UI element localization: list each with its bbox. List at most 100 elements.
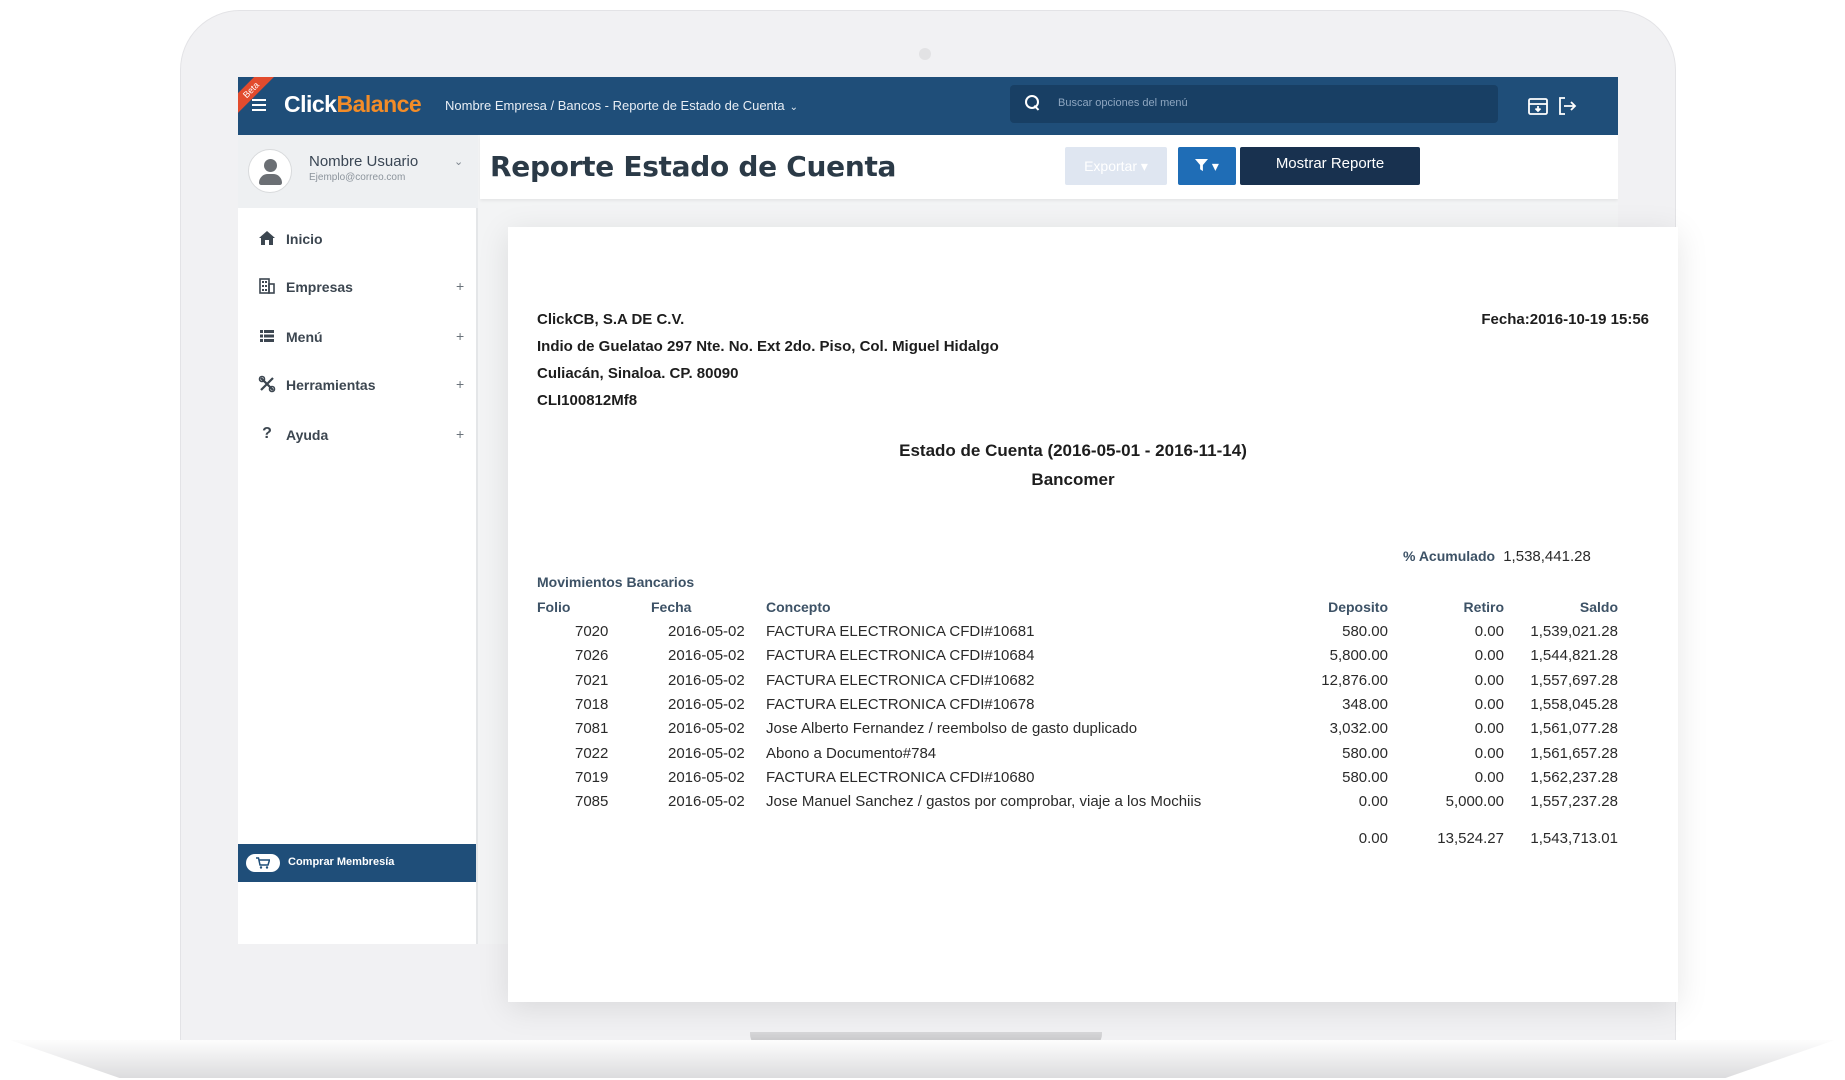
breadcrumb-text: Nombre Empresa / Bancos - Reporte de Est… — [445, 98, 785, 113]
cell-deposito: 580.00 — [1342, 769, 1388, 786]
filter-dropdown-label: ▾ — [1211, 158, 1219, 174]
buy-membership-button[interactable]: Comprar Membresía — [238, 844, 476, 882]
hamburger-menu-icon[interactable] — [252, 99, 266, 111]
cell-deposito: 580.00 — [1342, 623, 1388, 640]
cell-deposito: 12,876.00 — [1321, 672, 1388, 689]
cell-retiro: 0.00 — [1474, 745, 1504, 762]
cell-concepto: Jose Manuel Sanchez / gastos por comprob… — [766, 793, 1202, 810]
sidebar-item-label: Empresas — [286, 279, 353, 295]
sidebar-item-ayuda[interactable]: ? Ayuda + — [238, 415, 478, 455]
company-name: ClickCB, S.A DE C.V. — [537, 311, 685, 328]
chevron-down-icon[interactable]: ⌄ — [454, 155, 463, 168]
cell-saldo: 1,539,021.28 — [1530, 623, 1618, 640]
total-saldo: 1,543,713.01 — [1530, 830, 1618, 847]
total-deposito: 0.00 — [1358, 830, 1388, 847]
home-icon — [258, 229, 276, 247]
cell-saldo: 1,558,045.28 — [1530, 696, 1618, 713]
top-bar: Beta ClickBalance Nombre Empresa / Banco… — [238, 77, 1618, 135]
col-saldo: Saldo — [1579, 599, 1618, 615]
user-email: Ejemplo@correo.com — [309, 172, 406, 183]
cell-fecha: 2016-05-02 — [668, 696, 745, 713]
cell-folio: 7021 — [575, 672, 609, 689]
sidebar-item-label: Inicio — [286, 231, 323, 247]
report-bank: Bancomer — [1031, 470, 1115, 489]
cell-deposito: 0.00 — [1358, 793, 1388, 810]
page-header: Reporte Estado de Cuenta Exportar ▾ ▾ Mo… — [480, 135, 1618, 199]
cell-fecha: 2016-05-02 — [668, 647, 745, 664]
acumulado-value: 1,538,441.28 — [1503, 548, 1591, 565]
cell-folio: 7019 — [575, 769, 609, 786]
col-concepto: Concepto — [766, 599, 831, 615]
search-input[interactable]: Buscar opciones del menú — [1058, 97, 1188, 109]
cell-deposito: 5,800.00 — [1329, 647, 1388, 664]
avatar — [248, 149, 292, 193]
tools-icon — [258, 375, 276, 393]
total-retiro: 13,524.27 — [1437, 830, 1504, 847]
col-fecha: Fecha — [651, 599, 692, 615]
cell-concepto: FACTURA ELECTRONICA CFDI#10682 — [766, 672, 1035, 689]
cell-retiro: 0.00 — [1474, 672, 1504, 689]
archive-box-icon[interactable] — [1527, 95, 1549, 117]
app-logo[interactable]: ClickBalance — [284, 91, 422, 118]
expand-plus-icon[interactable]: + — [456, 328, 464, 344]
show-report-button[interactable]: Mostrar Reporte — [1240, 147, 1420, 185]
col-retiro: Retiro — [1463, 599, 1504, 615]
cell-concepto: Jose Alberto Fernandez / reembolso de ga… — [766, 720, 1138, 737]
laptop-camera — [919, 48, 931, 60]
cell-folio: 7081 — [575, 720, 609, 737]
cell-folio: 7085 — [575, 793, 609, 810]
cell-retiro: 0.00 — [1474, 720, 1504, 737]
report-title: Estado de Cuenta (2016-05-01 - 2016-11-1… — [899, 441, 1247, 460]
sidebar-item-inicio[interactable]: Inicio — [238, 219, 478, 259]
cell-saldo: 1,557,237.28 — [1530, 793, 1618, 810]
cell-concepto: Abono a Documento#784 — [766, 745, 937, 762]
cell-fecha: 2016-05-02 — [668, 745, 745, 762]
acumulado-label: % Acumulado — [1403, 548, 1496, 564]
cell-folio: 7018 — [575, 696, 609, 713]
expand-plus-icon[interactable]: + — [456, 278, 464, 294]
filter-icon — [1195, 159, 1209, 172]
cell-fecha: 2016-05-02 — [668, 769, 745, 786]
cell-concepto: FACTURA ELECTRONICA CFDI#10681 — [766, 623, 1035, 640]
page-title: Reporte Estado de Cuenta — [490, 150, 897, 183]
export-button[interactable]: Exportar ▾ — [1065, 147, 1167, 185]
sidebar-item-menu[interactable]: Menú + — [238, 317, 478, 357]
buy-membership-label: Comprar Membresía — [288, 856, 395, 868]
logo-click-text: Click — [284, 91, 337, 117]
col-deposito: Deposito — [1328, 599, 1388, 615]
help-icon: ? — [262, 425, 272, 442]
cell-concepto: FACTURA ELECTRONICA CFDI#10680 — [766, 769, 1035, 786]
cell-retiro: 5,000.00 — [1445, 793, 1504, 810]
laptop-base — [10, 1040, 1835, 1078]
search-icon — [1025, 95, 1041, 111]
col-folio: Folio — [537, 599, 571, 615]
beta-ribbon: Beta — [238, 77, 278, 117]
cell-retiro: 0.00 — [1474, 696, 1504, 713]
expand-plus-icon[interactable]: + — [456, 426, 464, 442]
cell-folio: 7026 — [575, 647, 609, 664]
sidebar: Nombre Usuario Ejemplo@correo.com ⌄ Inic… — [238, 135, 478, 944]
cell-fecha: 2016-05-02 — [668, 720, 745, 737]
menu-search[interactable]: Buscar opciones del menú — [1010, 85, 1498, 123]
sidebar-item-label: Herramientas — [286, 377, 376, 393]
laptop-mockup: Beta ClickBalance Nombre Empresa / Banco… — [0, 0, 1845, 1080]
chevron-down-icon: ⌄ — [789, 102, 799, 113]
section-title: Movimientos Bancarios — [537, 574, 695, 590]
logo-balance-text: Balance — [336, 91, 422, 117]
cell-saldo: 1,544,821.28 — [1530, 647, 1618, 664]
sidebar-item-herramientas[interactable]: Herramientas + — [238, 365, 478, 405]
building-icon — [258, 277, 276, 295]
expand-plus-icon[interactable]: + — [456, 376, 464, 392]
company-address-1: Indio de Guelatao 297 Nte. No. Ext 2do. … — [537, 338, 999, 355]
breadcrumb[interactable]: Nombre Empresa / Bancos - Reporte de Est… — [445, 98, 798, 113]
cart-icon — [246, 854, 280, 872]
cell-fecha: 2016-05-02 — [668, 672, 745, 689]
user-panel[interactable]: Nombre Usuario Ejemplo@correo.com ⌄ — [238, 135, 478, 208]
logout-icon[interactable] — [1556, 95, 1578, 117]
sidebar-item-label: Ayuda — [286, 427, 329, 443]
cell-fecha: 2016-05-02 — [668, 793, 745, 810]
filter-button[interactable]: ▾ — [1178, 147, 1236, 185]
cell-deposito: 580.00 — [1342, 745, 1388, 762]
sidebar-item-empresas[interactable]: Empresas + — [238, 267, 478, 307]
cell-retiro: 0.00 — [1474, 623, 1504, 640]
